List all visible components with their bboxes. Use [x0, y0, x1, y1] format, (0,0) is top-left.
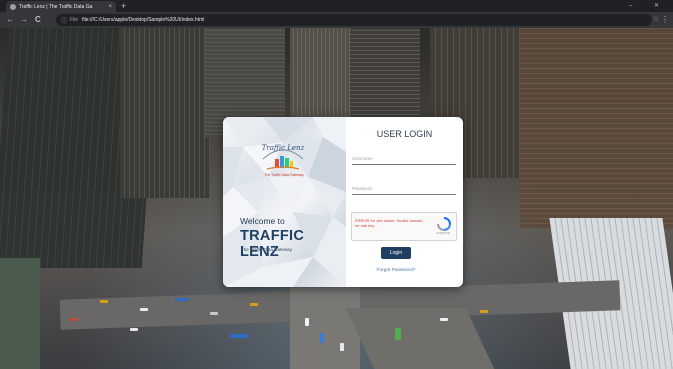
brand-tagline: The Traffic Data Gateway [241, 247, 292, 252]
recaptcha-icon [437, 217, 451, 231]
recaptcha-widget[interactable]: ERROR for site owner: Invalid domain for… [351, 212, 457, 241]
brand-name: TRAFFIC LENZ [240, 228, 305, 260]
background-car [130, 328, 138, 331]
background-car [230, 334, 248, 338]
welcome-text: Welcome to [240, 216, 285, 226]
url-text[interactable]: file:///C:/Users/apple/Desktop/Sample%20… [82, 17, 204, 23]
reload-icon[interactable]: C [35, 14, 41, 26]
tab-title: Traffic Lenz | The Traffic Data Ga [19, 3, 93, 10]
recaptcha-error: ERROR for site owner: Invalid domain for… [355, 218, 423, 228]
background-car [340, 343, 344, 351]
brand-panel: Traffic Lenz The Traffic Data Gateway We… [223, 117, 346, 287]
logo-text: Traffic Lenz [262, 144, 305, 152]
background-car [70, 318, 78, 321]
background-car [440, 318, 448, 321]
password-input[interactable] [352, 182, 456, 195]
address-bar[interactable]: ⓘ File file:///C:/Users/apple/Desktop/Sa… [56, 14, 652, 26]
browser-menu-icon[interactable]: ⋮ [661, 14, 669, 26]
browser-toolbar: ← → C ⓘ File file:///C:/Users/apple/Desk… [0, 12, 673, 28]
background-building [0, 258, 40, 369]
background-car [140, 308, 148, 311]
background-car [250, 303, 258, 306]
new-tab-button[interactable]: + [121, 0, 126, 12]
browser-tab-strip: Traffic Lenz | The Traffic Data Ga × + –… [0, 0, 673, 12]
background-car [395, 328, 401, 340]
recaptcha-label: reCAPTCHA [435, 232, 451, 235]
background-car [175, 298, 189, 301]
browser-tab[interactable]: Traffic Lenz | The Traffic Data Ga × [6, 1, 116, 12]
tab-close-icon[interactable]: × [108, 4, 112, 10]
forward-icon[interactable]: → [20, 14, 28, 26]
background-car [100, 300, 108, 303]
background-building [120, 28, 210, 198]
background-road [290, 278, 360, 369]
login-title: USER LOGIN [376, 129, 433, 139]
back-icon[interactable]: ← [6, 14, 14, 26]
login-card: Traffic Lenz The Traffic Data Gateway We… [223, 117, 463, 287]
login-button[interactable]: Login [381, 247, 411, 259]
background-road [345, 308, 495, 369]
url-scheme: File [70, 17, 79, 23]
login-form-panel: USER LOGIN ERROR for site owner: Invalid… [346, 117, 463, 287]
info-icon[interactable]: ⓘ [61, 16, 67, 25]
background-car [305, 318, 309, 326]
window-controls[interactable]: – ✕ [629, 0, 669, 12]
username-input[interactable] [352, 152, 456, 165]
background-car [480, 310, 488, 313]
bookmark-star-icon[interactable]: ☆ [653, 14, 659, 26]
forgot-password-link[interactable]: Forgot Password? [346, 268, 446, 273]
background-car [320, 333, 324, 343]
background-car [210, 312, 218, 315]
favicon-icon [10, 3, 16, 10]
background-building [290, 28, 350, 123]
logo-tagline: The Traffic Data Gateway [264, 173, 304, 177]
traffic-lenz-logo: Traffic Lenz [262, 144, 305, 170]
background-building [520, 28, 673, 228]
